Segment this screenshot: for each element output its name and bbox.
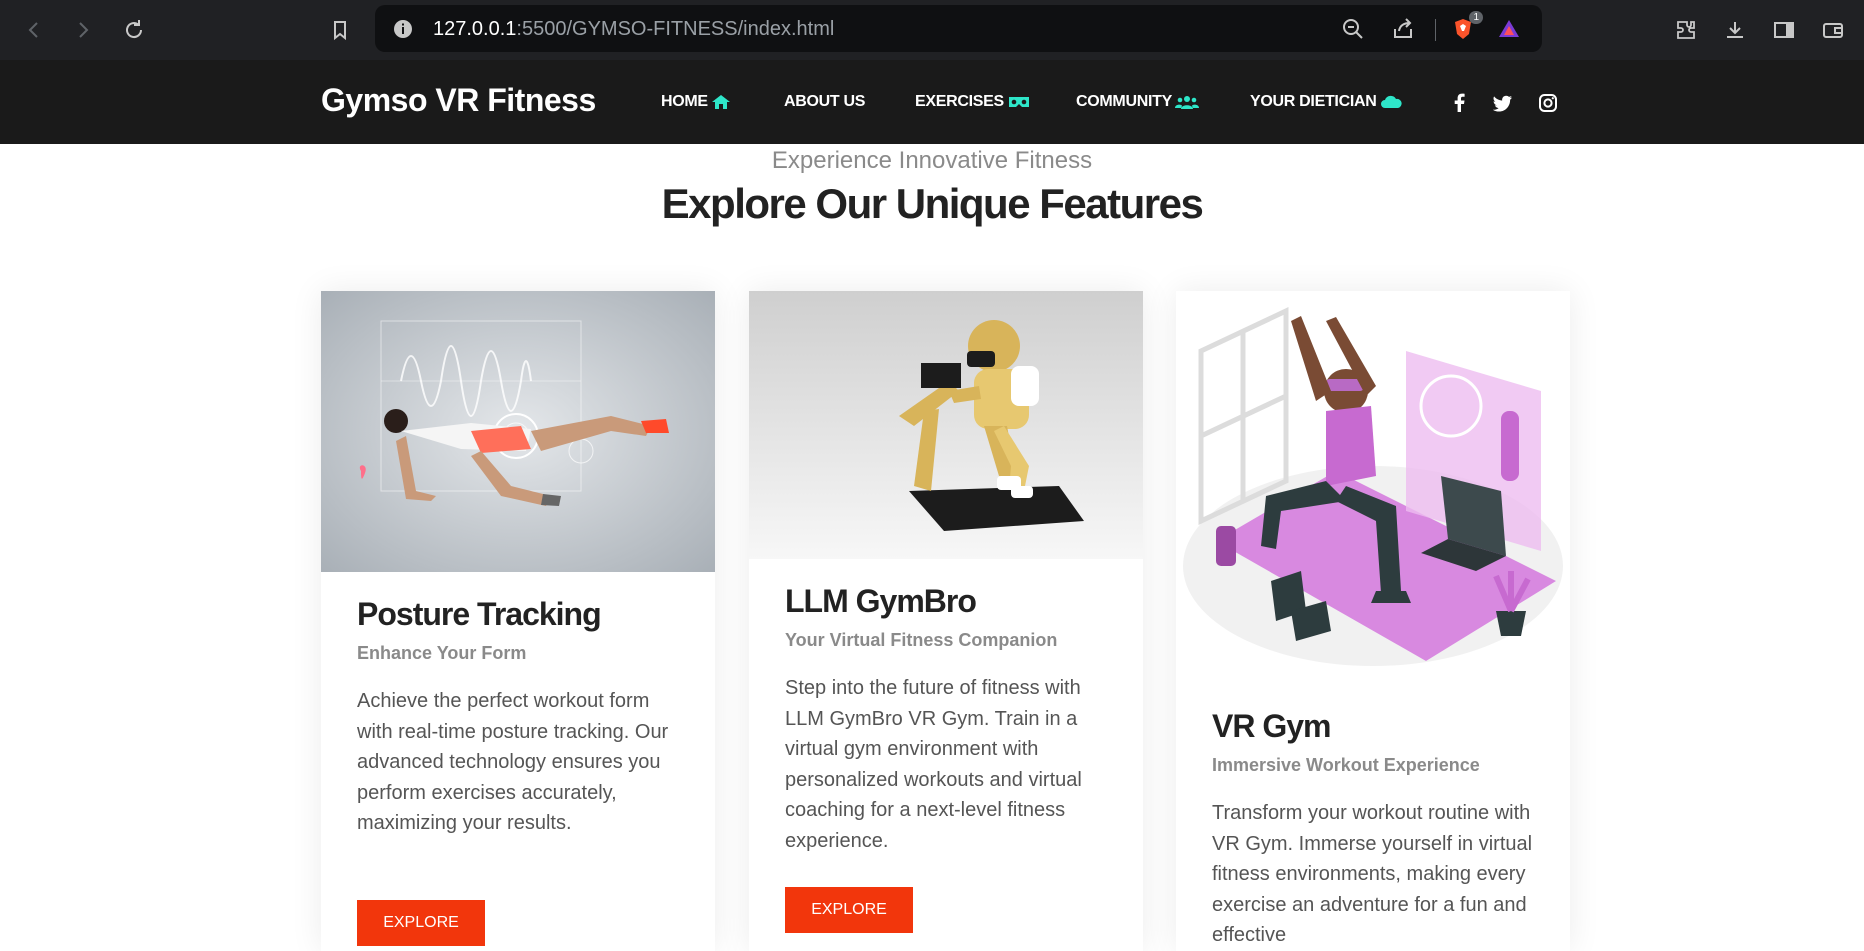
- url-text[interactable]: 127.0.0.1:5500/GYMSO-FITNESS/index.html: [433, 18, 834, 41]
- toolbar-divider: [1435, 19, 1436, 41]
- home-icon: [711, 95, 730, 109]
- brave-shields-icon[interactable]: 1: [1449, 11, 1483, 43]
- feature-card-vr-gym: VR Gym Immersive Workout Experience Tran…: [1176, 291, 1570, 951]
- zoom-out-icon[interactable]: [1339, 15, 1367, 43]
- brave-rewards-icon[interactable]: [1495, 15, 1523, 43]
- card-description: Step into the future of fitness with LLM…: [785, 677, 1082, 852]
- nav-item-label: YOUR DIETICIAN: [1250, 93, 1377, 110]
- instagram-icon: [1539, 94, 1557, 112]
- card-title: Posture Tracking: [357, 596, 602, 632]
- browser-toolbar: 127.0.0.1:5500/GYMSO-FITNESS/index.html …: [0, 0, 1864, 60]
- share-icon[interactable]: [1389, 15, 1417, 43]
- section-title: Explore Our Unique Features: [661, 180, 1204, 227]
- download-icon[interactable]: [1719, 14, 1751, 46]
- nav-item-label: HOME: [661, 93, 708, 110]
- card-subtitle: Enhance Your Form: [357, 643, 527, 663]
- twitter-icon: [1493, 95, 1512, 112]
- nav-item-label: ABOUT US: [784, 93, 866, 110]
- shields-count-badge: 1: [1469, 11, 1483, 24]
- feature-card-llm-gymbro: LLM GymBro Your Virtual Fitness Companio…: [749, 291, 1143, 951]
- cloud-icon: [1381, 95, 1403, 108]
- brand-logo[interactable]: Gymso VR Fitness: [321, 82, 596, 119]
- users-icon: [1174, 96, 1199, 109]
- extensions-icon[interactable]: [1670, 14, 1702, 46]
- site-navbar: Gymso VR Fitness HOME ABOUT US EXERCISES…: [0, 60, 1864, 144]
- facebook-link[interactable]: [1449, 92, 1471, 114]
- bookmark-icon[interactable]: [324, 14, 356, 46]
- explore-button[interactable]: EXPLORE: [357, 900, 485, 946]
- nav-item-label: EXERCISES: [915, 93, 1004, 110]
- nav-item-label: COMMUNITY: [1076, 93, 1172, 110]
- twitter-link[interactable]: [1492, 92, 1514, 114]
- explore-button[interactable]: EXPLORE: [785, 887, 913, 933]
- site-info-icon[interactable]: [389, 15, 417, 43]
- address-bar[interactable]: 127.0.0.1:5500/GYMSO-FITNESS/index.html …: [375, 5, 1542, 52]
- section-eyebrow: Experience Innovative Fitness: [771, 147, 1093, 174]
- vr-headset-icon: [1008, 97, 1029, 107]
- facebook-icon: [1454, 93, 1465, 112]
- card-subtitle: Immersive Workout Experience: [1212, 755, 1480, 775]
- card-title: LLM GymBro: [785, 583, 977, 619]
- url-path: :5500/GYMSO-FITNESS/index.html: [516, 18, 835, 40]
- card-description: Achieve the perfect workout form with re…: [357, 690, 669, 834]
- card-description: Transform your workout routine with VR G…: [1212, 802, 1533, 946]
- nav-item-your-dietician[interactable]: YOUR DIETICIAN: [1250, 93, 1403, 111]
- nav-item-exercises[interactable]: EXERCISES: [915, 93, 1031, 111]
- url-host: 127.0.0.1: [433, 18, 517, 40]
- wallet-icon[interactable]: [1817, 14, 1849, 46]
- card-body: VR Gym Immersive Workout Experience Tran…: [1212, 708, 1542, 951]
- card-body: LLM GymBro Your Virtual Fitness Companio…: [785, 583, 1115, 856]
- llm-gymbro-image: [749, 291, 1143, 559]
- card-subtitle: Your Virtual Fitness Companion: [785, 630, 1058, 650]
- instagram-link[interactable]: [1537, 92, 1559, 114]
- card-title: VR Gym: [1212, 708, 1331, 744]
- forward-icon[interactable]: [67, 14, 99, 46]
- feature-card-posture-tracking: Posture Tracking Enhance Your Form Achie…: [321, 291, 715, 951]
- sidebar-toggle-icon[interactable]: [1768, 14, 1800, 46]
- nav-item-about-us[interactable]: ABOUT US: [784, 93, 865, 111]
- posture-tracking-image: [321, 291, 715, 572]
- nav-item-community[interactable]: COMMUNITY: [1076, 93, 1199, 111]
- card-body: Posture Tracking Enhance Your Form Achie…: [357, 596, 687, 839]
- reload-icon[interactable]: [118, 14, 150, 46]
- back-icon[interactable]: [18, 14, 50, 46]
- nav-item-home[interactable]: HOME: [661, 93, 731, 111]
- vr-gym-image: [1176, 291, 1570, 684]
